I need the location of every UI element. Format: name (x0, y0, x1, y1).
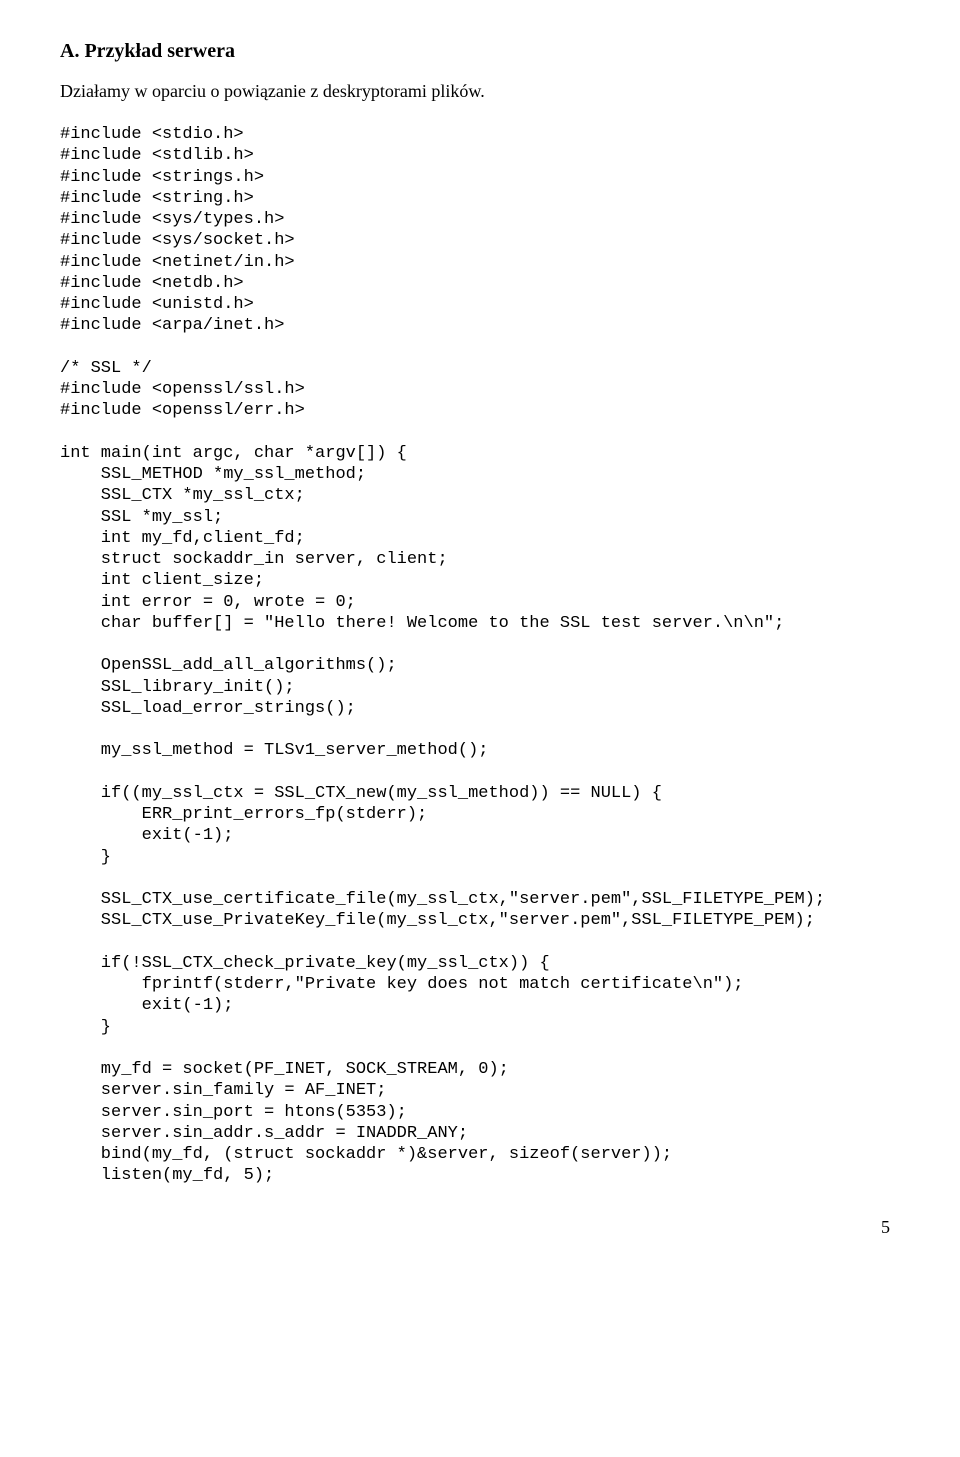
intro-paragraph: Działamy w oparciu o powiązanie z deskry… (60, 81, 900, 102)
code-block: #include <stdio.h> #include <stdlib.h> #… (60, 124, 900, 1187)
page-number: 5 (60, 1217, 900, 1238)
section-heading: A. Przykład serwera (60, 40, 900, 63)
